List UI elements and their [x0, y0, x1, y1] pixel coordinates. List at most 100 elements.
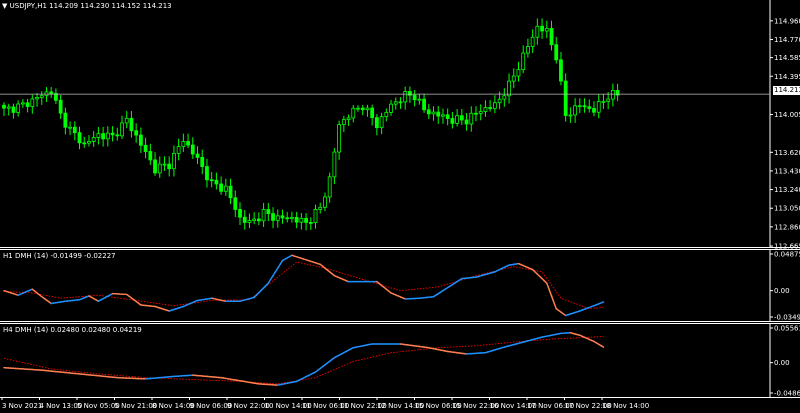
- dmh-segment: [601, 346, 603, 347]
- candle-body: [73, 127, 76, 132]
- candle-body: [385, 112, 388, 116]
- chart-svg[interactable]: 114.960114.770114.585114.395114.005113.6…: [0, 0, 800, 411]
- candle-body: [139, 135, 142, 145]
- candle-body: [234, 198, 237, 210]
- candle-body: [441, 115, 444, 116]
- candle-body: [168, 164, 171, 169]
- candle-body: [191, 145, 194, 154]
- candle-body: [319, 207, 322, 209]
- candle-body: [512, 76, 515, 81]
- candle-body: [7, 107, 10, 108]
- candle-body: [503, 96, 506, 99]
- candles-layer: [3, 18, 620, 230]
- price-tick-label: 113.430: [774, 167, 800, 175]
- candle-body: [149, 152, 152, 160]
- candle-body: [215, 180, 218, 184]
- candle-body: [361, 108, 364, 110]
- candle-body: [602, 101, 605, 102]
- candle-body: [357, 108, 360, 109]
- candle-body: [375, 118, 378, 128]
- candle-body: [399, 102, 402, 103]
- price-tick-label: 113.050: [774, 205, 800, 213]
- price-tick-label: 113.620: [774, 149, 800, 157]
- dmh-segment: [601, 302, 603, 303]
- candle-body: [489, 108, 492, 109]
- candle-body: [479, 112, 482, 114]
- candle-body: [522, 53, 525, 70]
- candle-body: [276, 216, 279, 221]
- indicator-tick-label: -0.03499: [774, 314, 800, 322]
- candle-body: [248, 221, 251, 223]
- candle-body: [78, 133, 81, 143]
- candle-body: [130, 118, 133, 130]
- candle-body: [408, 91, 411, 95]
- candle-body: [484, 108, 487, 112]
- candle-body: [323, 197, 326, 207]
- candle-body: [578, 106, 581, 107]
- candle-body: [187, 142, 190, 146]
- candle-body: [97, 134, 100, 138]
- candle-body: [493, 103, 496, 109]
- time-tick-label: 9 Nov 22:00: [227, 402, 270, 410]
- candle-body: [21, 103, 24, 104]
- candle-body: [196, 154, 199, 157]
- candle-body: [569, 115, 572, 116]
- h1-dmh-layer: [4, 255, 603, 315]
- candle-body: [526, 47, 529, 53]
- candle-body: [475, 113, 478, 114]
- candle-body: [574, 106, 577, 115]
- candle-body: [536, 26, 539, 37]
- candle-body: [404, 91, 407, 101]
- candle-body: [116, 135, 119, 136]
- candle-body: [224, 186, 227, 191]
- dmh-segment: [547, 283, 549, 289]
- candle-body: [262, 210, 265, 221]
- current-price-tag: 114.213: [773, 86, 800, 95]
- candle-body: [83, 143, 86, 144]
- candle-body: [243, 217, 246, 222]
- candle-body: [106, 133, 109, 139]
- candle-body: [437, 112, 440, 116]
- candle-body: [290, 217, 293, 218]
- indicator-tick-label: 0.00: [774, 287, 790, 295]
- candle-body: [50, 92, 53, 94]
- candle-body: [611, 90, 614, 99]
- candle-body: [413, 95, 416, 99]
- candle-body: [281, 216, 284, 218]
- candle-body: [125, 118, 128, 123]
- price-tick-label: 113.240: [774, 186, 800, 194]
- price-tick-label: 112.860: [774, 223, 800, 231]
- h4-dmh-title: H4 DMH (14) 0.02480 0.02480 0.04219: [3, 326, 142, 335]
- indicator-tick-label: 0.00: [774, 359, 790, 367]
- candle-body: [182, 142, 185, 147]
- time-tick-label: 5 Nov 05:00: [77, 402, 120, 410]
- time-tick-label: 9 Nov 06:00: [190, 402, 233, 410]
- candle-body: [470, 113, 473, 124]
- trading-chart[interactable]: 114.960114.770114.585114.395114.005113.6…: [0, 0, 800, 411]
- candle-body: [64, 113, 67, 127]
- candle-body: [418, 99, 421, 100]
- candle-body: [257, 219, 260, 221]
- candle-body: [309, 222, 312, 223]
- candle-body: [531, 37, 534, 46]
- candle-body: [163, 164, 166, 165]
- candle-body: [177, 147, 180, 154]
- candle-body: [31, 99, 34, 107]
- candle-body: [423, 99, 426, 110]
- candle-body: [352, 108, 355, 118]
- candle-body: [451, 118, 454, 123]
- main-pane-header: ▼ USDJPY,H1 114.209 114.230 114.152 114.…: [2, 2, 172, 11]
- candle-body: [508, 81, 511, 96]
- candle-body: [272, 214, 275, 221]
- candle-body: [267, 210, 270, 214]
- time-tick-label: 4 Nov 13:00: [40, 402, 83, 410]
- time-tick-label: 5 Nov 21:00: [115, 402, 158, 410]
- candle-body: [338, 125, 341, 153]
- candle-body: [239, 209, 242, 217]
- dmh-segment: [549, 290, 551, 296]
- indicator-tick-label: -0.04861: [774, 390, 800, 398]
- candle-body: [102, 134, 105, 139]
- candle-body: [550, 28, 553, 44]
- candle-body: [26, 103, 29, 107]
- candle-body: [158, 164, 161, 173]
